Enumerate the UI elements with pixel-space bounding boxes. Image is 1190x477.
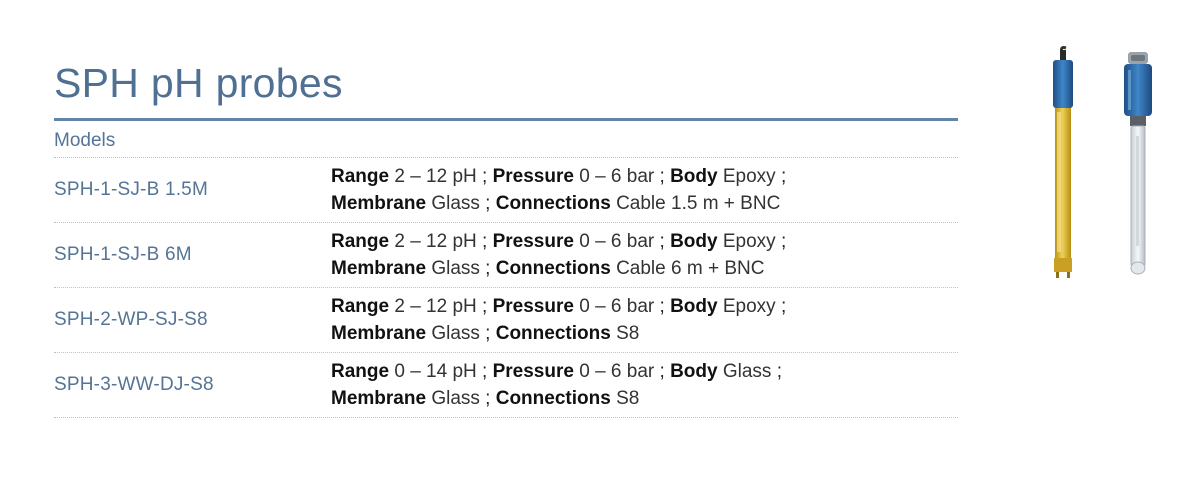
spec-label: Connections <box>495 193 611 214</box>
ph-probe-glass-icon <box>1124 52 1152 275</box>
spec-label: Pressure <box>492 296 574 317</box>
spec-value: 0 – 6 bar <box>579 361 655 382</box>
product-sheet: SPH pH probes Models SPH-1-SJ-B 1.5M Ran… <box>54 58 958 418</box>
ph-probe-epoxy-icon <box>1053 46 1073 278</box>
model-name: SPH-1-SJ-B 1.5M <box>54 179 208 200</box>
spec-label: Body <box>670 166 718 187</box>
model-specs: Range 2 – 12 pH ; Pressure 0 – 6 bar ; B… <box>331 296 787 344</box>
spec-label: Membrane <box>331 388 427 409</box>
table-row: SPH-1-SJ-B 1.5M Range 2 – 12 pH ; Pressu… <box>54 158 958 223</box>
spec-label: Range <box>331 231 390 252</box>
spec-value: S8 <box>616 388 640 409</box>
spec-label: Range <box>331 361 390 382</box>
spec-value: 0 – 14 pH <box>394 361 477 382</box>
spec-value: Cable 6 m + BNC <box>616 258 765 279</box>
spec-label: Body <box>670 231 718 252</box>
spec-value: Glass <box>431 258 480 279</box>
spec-value: S8 <box>616 323 640 344</box>
spec-label: Connections <box>495 258 611 279</box>
spec-label: Body <box>670 361 718 382</box>
spec-label: Range <box>331 296 390 317</box>
spec-value: Glass <box>431 388 480 409</box>
spec-value: Cable 1.5 m + BNC <box>616 193 781 214</box>
table-row: SPH-1-SJ-B 6M Range 2 – 12 pH ; Pressure… <box>54 223 958 288</box>
spec-value: 2 – 12 pH <box>394 231 477 252</box>
spec-value: 2 – 12 pH <box>394 166 477 187</box>
spec-value: 2 – 12 pH <box>394 296 477 317</box>
model-name: SPH-1-SJ-B 6M <box>54 244 192 265</box>
spec-label: Membrane <box>331 258 427 279</box>
spec-value: Glass <box>431 323 480 344</box>
models-label: Models <box>54 121 958 158</box>
probe-illustration <box>1053 46 1152 278</box>
page-title: SPH pH probes <box>54 60 343 106</box>
spec-label: Range <box>331 166 390 187</box>
spec-value: 0 – 6 bar <box>579 296 655 317</box>
model-name: SPH-2-WP-SJ-S8 <box>54 309 208 330</box>
spec-label: Pressure <box>492 361 574 382</box>
spec-label: Pressure <box>492 166 574 187</box>
table-row: SPH-2-WP-SJ-S8 Range 2 – 12 pH ; Pressur… <box>54 288 958 353</box>
spec-value: 0 – 6 bar <box>579 231 655 252</box>
spec-label: Membrane <box>331 193 427 214</box>
spec-label: Connections <box>495 323 611 344</box>
model-specs: Range 0 – 14 pH ; Pressure 0 – 6 bar ; B… <box>331 361 782 409</box>
spec-value: 0 – 6 bar <box>579 166 655 187</box>
spec-value: Glass <box>431 193 480 214</box>
probe-images <box>1040 46 1160 282</box>
model-specs: Range 2 – 12 pH ; Pressure 0 – 6 bar ; B… <box>331 166 787 214</box>
table-row: SPH-3-WW-DJ-S8 Range 0 – 14 pH ; Pressur… <box>54 353 958 418</box>
spec-value: Epoxy <box>722 296 776 317</box>
spec-label: Membrane <box>331 323 427 344</box>
model-name: SPH-3-WW-DJ-S8 <box>54 374 214 395</box>
spec-value: Epoxy <box>722 166 776 187</box>
spec-label: Connections <box>495 388 611 409</box>
spec-value: Epoxy <box>722 231 776 252</box>
spec-label: Pressure <box>492 231 574 252</box>
spec-label: Body <box>670 296 718 317</box>
model-specs: Range 2 – 12 pH ; Pressure 0 – 6 bar ; B… <box>331 231 787 279</box>
spec-value: Glass <box>722 361 772 382</box>
